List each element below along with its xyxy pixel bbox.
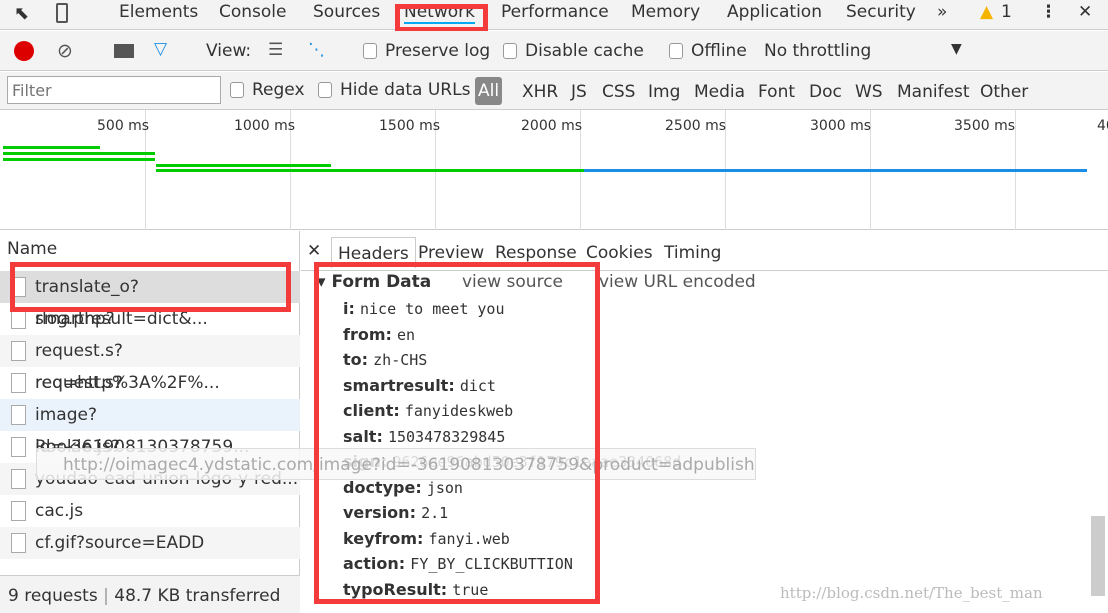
timeline-bar (3, 158, 155, 161)
hide-data-urls-checkbox[interactable]: Hide data URLs (318, 80, 470, 100)
type-js[interactable]: JS (571, 82, 587, 102)
timeline-bar (584, 169, 1087, 172)
screenshot-icon[interactable] (114, 44, 134, 58)
tab-console[interactable]: Console (219, 2, 287, 22)
list-item[interactable]: image?id=-361908130378759... (0, 399, 300, 457)
type-ws[interactable]: WS (855, 82, 883, 102)
type-other[interactable]: Other (980, 82, 1028, 102)
request-name: cac.js (35, 501, 84, 521)
large-rows-icon[interactable]: ☰ (268, 40, 283, 60)
view-label: View: (206, 41, 252, 61)
timeline-overview[interactable]: 500 ms 1000 ms 1500 ms 2000 ms 2500 ms 3… (0, 110, 1108, 230)
filter-icon[interactable]: ▽ (154, 39, 167, 59)
offline-label: Offline (691, 41, 747, 61)
view-url-encoded-link[interactable]: view URL encoded (599, 272, 756, 292)
list-item[interactable]: cf.gif?source=EADD (0, 527, 300, 559)
tab-sources[interactable]: Sources (313, 2, 380, 22)
type-all[interactable]: All (475, 77, 503, 105)
tick-label: 1000 ms (234, 118, 296, 134)
tick-label: 3500 ms (954, 118, 1016, 134)
tick-label: 3000 ms (810, 118, 872, 134)
tab-timing[interactable]: Timing (664, 243, 721, 263)
highlight-box (10, 262, 291, 312)
status-bar: 9 requests | 48.7 KB transferred (0, 575, 300, 613)
tick-label: 500 ms (97, 118, 150, 134)
timeline-bar (3, 152, 155, 155)
tab-cookies[interactable]: Cookies (586, 243, 653, 263)
menu-icon[interactable]: ⋮ (1040, 2, 1057, 22)
timeline-bar (3, 146, 100, 149)
disable-cache-label: Disable cache (525, 41, 644, 61)
tick-label: 40 (1097, 118, 1108, 134)
tab-performance[interactable]: Performance (501, 2, 609, 22)
preserve-log-checkbox[interactable]: Preserve log (363, 41, 490, 61)
type-doc[interactable]: Doc (809, 82, 842, 102)
scrollbar[interactable] (1091, 516, 1105, 596)
timeline-bar (156, 169, 584, 172)
type-img[interactable]: Img (648, 82, 680, 102)
network-toolbar: ⊘ ▽ View: ☰ ⋱ Preserve log Disable cache… (0, 31, 1108, 71)
name-column-header[interactable]: Name (7, 239, 57, 259)
devtools-tabbar: ⬉ Elements Console Sources Network Perfo… (0, 0, 1108, 30)
device-toolbar-icon[interactable] (56, 3, 68, 23)
tick-label: 1500 ms (379, 118, 441, 134)
filter-input[interactable] (7, 76, 221, 104)
tab-elements[interactable]: Elements (119, 2, 198, 22)
highlight-box (314, 262, 600, 604)
close-icon[interactable]: ✕ (1078, 2, 1092, 22)
list-item[interactable]: request.s?req=http%3A%2F%... (0, 335, 300, 393)
hide-data-urls-label: Hide data URLs (340, 80, 471, 100)
timeline-bar (156, 164, 331, 167)
request-count: 9 requests (8, 586, 98, 606)
record-icon[interactable] (14, 41, 34, 61)
close-detail-icon[interactable]: ✕ (307, 241, 321, 261)
inspect-icon[interactable]: ⬉ (14, 3, 29, 24)
warning-count[interactable]: 1 (1001, 2, 1012, 22)
type-media[interactable]: Media (694, 82, 745, 102)
request-name: cf.gif?source=EADD (35, 533, 205, 553)
tick-label: 2500 ms (665, 118, 727, 134)
tick-label: 2000 ms (521, 118, 583, 134)
type-font[interactable]: Font (758, 82, 795, 102)
transferred-size: 48.7 KB transferred (114, 586, 281, 606)
tab-memory[interactable]: Memory (631, 2, 700, 22)
tab-response[interactable]: Response (495, 243, 577, 263)
disable-cache-checkbox[interactable]: Disable cache (503, 41, 644, 61)
list-item[interactable]: cac.js (0, 495, 300, 527)
chevron-down-icon[interactable]: ▼ (951, 41, 962, 57)
watermark: http://blog.csdn.net/The_best_man (780, 584, 1043, 602)
tab-application[interactable]: Application (727, 2, 822, 22)
preserve-log-label: Preserve log (385, 41, 491, 61)
offline-checkbox[interactable]: Offline (669, 41, 747, 61)
throttling-select[interactable]: No throttling (764, 41, 871, 61)
highlight-box (395, 4, 488, 32)
type-manifest[interactable]: Manifest (897, 82, 970, 102)
tab-preview[interactable]: Preview (418, 243, 484, 263)
regex-checkbox[interactable]: Regex (230, 80, 305, 100)
regex-label: Regex (252, 80, 305, 100)
tab-security[interactable]: Security (846, 2, 916, 22)
waterfall-icon[interactable]: ⋱ (308, 40, 325, 60)
clear-icon[interactable]: ⊘ (57, 40, 73, 62)
filter-bar: Regex Hide data URLs All XHR JS CSS Img … (0, 72, 1108, 110)
warning-icon[interactable]: ▲ (980, 2, 993, 22)
type-xhr[interactable]: XHR (522, 82, 558, 102)
type-css[interactable]: CSS (602, 82, 635, 102)
more-tabs-button[interactable]: » (937, 2, 947, 22)
list-item[interactable]: request.s?req=http%3A%2F%... (0, 367, 300, 425)
